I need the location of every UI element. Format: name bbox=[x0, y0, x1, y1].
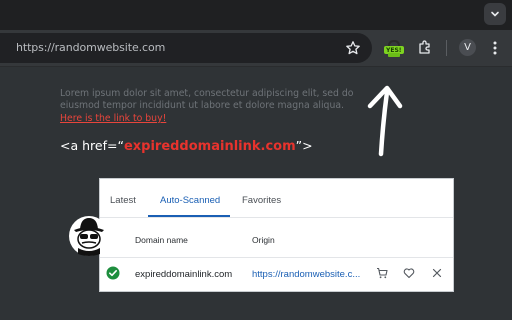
tab-strip bbox=[0, 0, 512, 30]
kebab-menu-icon[interactable] bbox=[489, 39, 501, 57]
origin-link[interactable]: https://randomwebsite.c... bbox=[252, 269, 360, 280]
tab-search-button[interactable] bbox=[484, 3, 506, 25]
anchor-code-snippet: <a href=“expireddomainlink.com”> bbox=[60, 138, 313, 154]
column-header-domain: Domain name bbox=[135, 235, 188, 245]
domain-cell: expireddomainlink.com bbox=[135, 269, 233, 280]
tab-auto-scanned[interactable]: Auto-Scanned bbox=[160, 195, 220, 206]
profile-avatar[interactable]: V bbox=[459, 39, 476, 56]
url-text[interactable]: https://randomwebsite.com bbox=[16, 41, 165, 54]
chevron-down-icon bbox=[491, 11, 499, 17]
puzzle-icon[interactable] bbox=[417, 39, 433, 55]
arrow-up-icon bbox=[367, 85, 403, 157]
spy-icon bbox=[69, 216, 109, 256]
active-tab-indicator bbox=[148, 215, 230, 217]
toolbar-separator bbox=[446, 40, 447, 56]
table-header: Domain name Origin bbox=[100, 218, 453, 258]
anchor-prefix: <a href=“ bbox=[60, 138, 124, 153]
anchor-domain: expireddomainlink.com bbox=[123, 139, 296, 154]
yes-extension-button[interactable]: YES! bbox=[381, 37, 407, 61]
extension-badge-text: YES! bbox=[386, 47, 402, 54]
extension-popup: Latest Auto-Scanned Favorites Domain nam… bbox=[99, 178, 454, 292]
lorem-paragraph: Lorem ipsum dolor sit amet, consectetur … bbox=[60, 88, 354, 112]
table-row[interactable]: expireddomainlink.com https://randomwebs… bbox=[100, 259, 453, 292]
anchor-suffix: ”> bbox=[295, 138, 313, 153]
buy-link[interactable]: Here is the link to buy! bbox=[60, 113, 166, 124]
check-circle-icon bbox=[106, 266, 120, 280]
cart-icon[interactable] bbox=[376, 267, 388, 279]
tab-bar: Latest Auto-Scanned Favorites bbox=[100, 179, 453, 218]
address-bar[interactable]: https://randomwebsite.com bbox=[0, 33, 372, 63]
column-header-origin: Origin bbox=[252, 235, 275, 245]
browser-toolbar: https://randomwebsite.com YES! V bbox=[0, 30, 512, 67]
star-icon[interactable] bbox=[345, 40, 361, 56]
heart-icon[interactable] bbox=[403, 267, 415, 279]
tab-latest[interactable]: Latest bbox=[110, 195, 136, 206]
tab-favorites[interactable]: Favorites bbox=[242, 195, 281, 206]
close-icon[interactable] bbox=[431, 267, 443, 279]
